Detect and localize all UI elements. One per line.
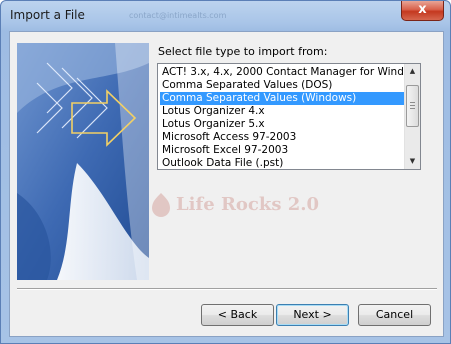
- button-separator: [17, 288, 437, 290]
- file-type-prompt: Select file type to import from:: [158, 45, 328, 58]
- list-item-selected[interactable]: Comma Separated Values (Windows): [160, 92, 406, 105]
- grip-line: [410, 105, 415, 106]
- arrow-down-icon[interactable]: ▼: [405, 154, 420, 169]
- file-type-list-items: ACT! 3.x, 4.x, 2000 Contact Manager for …: [160, 66, 406, 169]
- account-email: contact@intimealts.com: [129, 11, 227, 20]
- dialog-body: Select file type to import from: ACT! 3.…: [9, 31, 444, 337]
- list-item[interactable]: Lotus Organizer 4.x: [160, 105, 406, 118]
- import-file-dialog: Import a File contact@intimealts.com x S…: [0, 0, 451, 344]
- list-item[interactable]: Microsoft Excel 97-2003: [160, 144, 406, 157]
- grip-line: [410, 108, 415, 109]
- watermark-logo-icon: [152, 193, 170, 217]
- list-item[interactable]: Lotus Organizer 5.x: [160, 118, 406, 131]
- vertical-scrollbar[interactable]: ▲ ▼: [404, 64, 420, 169]
- close-button[interactable]: x: [401, 1, 444, 21]
- watermark-text: Life Rocks 2.0: [176, 194, 320, 215]
- grip-line: [410, 102, 415, 103]
- scrollbar-thumb[interactable]: [406, 85, 419, 127]
- close-icon: x: [418, 2, 427, 17]
- cancel-button[interactable]: Cancel: [358, 304, 431, 326]
- back-button[interactable]: < Back: [201, 304, 274, 326]
- list-item[interactable]: Microsoft Access 97-2003: [160, 131, 406, 144]
- wizard-banner-image: [17, 43, 149, 280]
- next-button[interactable]: Next >: [276, 304, 349, 326]
- list-item[interactable]: Comma Separated Values (DOS): [160, 79, 406, 92]
- list-item[interactable]: Outlook Data File (.pst): [160, 157, 406, 169]
- title-bar[interactable]: Import a File contact@intimealts.com x: [1, 1, 450, 31]
- file-type-list[interactable]: ACT! 3.x, 4.x, 2000 Contact Manager for …: [157, 63, 421, 170]
- window-title: Import a File: [10, 8, 85, 22]
- list-item[interactable]: ACT! 3.x, 4.x, 2000 Contact Manager for …: [160, 66, 406, 79]
- watermark: Life Rocks 2.0: [150, 192, 350, 222]
- arrow-up-icon[interactable]: ▲: [405, 64, 420, 79]
